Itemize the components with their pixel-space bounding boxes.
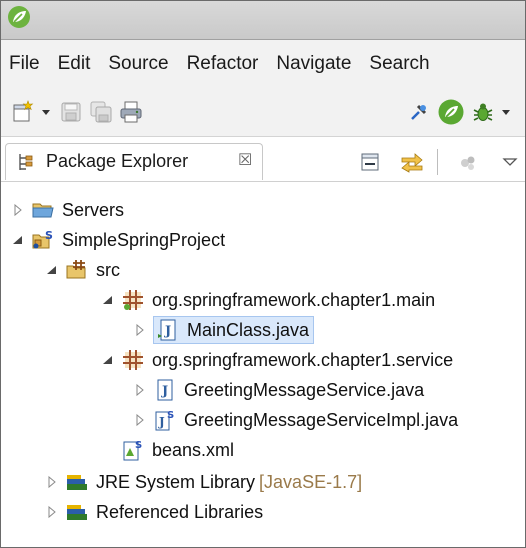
tree-item-beans-xml[interactable]: S beans.xml [121,435,234,465]
tree-item-simplespringproject[interactable]: S SimpleSpringProject [11,225,225,255]
menu-refactor[interactable]: Refactor [187,53,259,75]
tree-item-label: JRE System Library [96,471,256,492]
spring-boot-icon[interactable] [437,98,465,126]
tree-item-label: src [96,259,120,280]
tree-item-label: GreetingMessageService.java [184,379,425,400]
expand-arrow-icon[interactable] [11,203,25,217]
spring-xml-icon: S [123,440,142,461]
collapse-arrow-icon[interactable] [101,353,115,367]
expand-arrow-icon[interactable] [45,505,59,519]
menu-edit[interactable]: Edit [58,53,91,75]
tree-item-referenced-libraries[interactable]: Referenced Libraries [45,497,263,527]
tree-item-package-main[interactable]: org.springframework.chapter1.main [101,285,435,315]
expand-arrow-icon[interactable] [133,323,147,337]
chevron-down-icon[interactable] [39,100,53,124]
tree-item-src[interactable]: src [45,255,120,285]
view-menu-icon[interactable] [501,151,519,173]
title-bar [1,1,525,40]
pin-icon[interactable] [407,100,431,124]
package-icon [123,350,143,370]
tree-item-greetingmessageservice[interactable]: J GreetingMessageService.java [133,375,424,405]
tree-item-label: Servers [62,199,125,220]
tree-item-label: Referenced Libraries [96,501,264,522]
source-folder-icon [66,260,86,279]
tree-item-greetingmessageserviceimpl[interactable]: J S GreetingMessageServiceImpl.java [133,405,458,435]
tree-item-servers[interactable]: Servers [11,195,124,225]
tree-item-label: beans.xml [152,439,235,460]
svg-text:S: S [135,440,142,451]
svg-text:S: S [167,410,174,421]
menu-file[interactable]: File [9,53,40,75]
link-with-editor-icon[interactable] [399,151,425,173]
save-all-icon[interactable] [89,100,113,124]
main-toolbar [1,88,525,137]
jre-version-decoration: [JavaSE-1.7] [259,471,363,492]
chevron-down-icon[interactable] [499,100,513,124]
eclipse-window: File Edit Source Refactor Navigate Searc… [0,0,526,548]
tab-package-explorer[interactable]: Package Explorer ☒ [5,143,263,180]
view-tab-bar: Package Explorer ☒ [1,143,525,182]
package-explorer-icon [19,154,33,170]
library-icon [67,505,87,520]
close-icon[interactable]: ☒ [238,150,252,170]
new-wizard-icon[interactable] [11,100,35,124]
collapse-arrow-icon[interactable] [11,233,25,247]
tree-item-label: SimpleSpringProject [62,229,226,250]
java-interface-icon: J [157,379,173,401]
folder-icon [32,203,54,218]
print-icon[interactable] [119,100,143,124]
svg-text:J: J [161,384,168,399]
save-icon[interactable] [59,100,83,124]
java-file-icon: J [158,319,176,341]
package-icon [123,290,143,310]
collapse-arrow-icon[interactable] [45,263,59,277]
svg-text:J: J [164,324,171,339]
menu-search[interactable]: Search [369,53,429,75]
svg-text:J: J [158,415,165,429]
spring-java-file-icon: J S [155,410,174,431]
tree-item-package-service[interactable]: org.springframework.chapter1.service [101,345,453,375]
tree-item-label: MainClass.java [187,319,310,340]
menu-navigate[interactable]: Navigate [276,53,351,75]
collapse-all-icon[interactable] [359,151,381,173]
filter-icon[interactable] [457,151,479,173]
toolbar-separator [437,149,438,175]
collapse-arrow-icon[interactable] [101,293,115,307]
library-icon [67,475,87,490]
debug-icon[interactable] [471,100,495,124]
expand-arrow-icon[interactable] [133,413,147,427]
menu-bar: File Edit Source Refactor Navigate Searc… [1,40,525,88]
expand-arrow-icon[interactable] [133,383,147,397]
menu-source[interactable]: Source [108,53,168,75]
tab-label: Package Explorer [46,151,189,171]
tree-item-jre-system-library[interactable]: JRE System Library [JavaSE-1.7] [45,467,362,497]
expand-arrow-icon[interactable] [45,475,59,489]
tree-item-label: org.springframework.chapter1.service [152,349,454,370]
tree-item-label: GreetingMessageServiceImpl.java [184,409,459,430]
tree-item-mainclass[interactable]: J MainClass.java [133,315,315,345]
spring-project-icon: S [32,229,53,249]
spring-leaf-icon [8,6,30,28]
svg-text:S: S [45,229,53,242]
tree-item-label: org.springframework.chapter1.main [152,289,436,310]
selection-highlight: J MainClass.java [153,316,315,344]
